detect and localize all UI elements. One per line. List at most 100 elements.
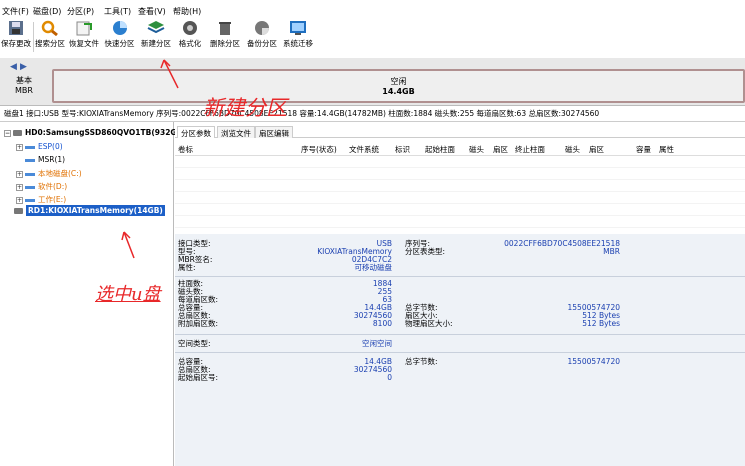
column-header[interactable]: 标识 bbox=[395, 144, 410, 155]
divider bbox=[175, 334, 745, 335]
partition-table-body[interactable] bbox=[175, 156, 745, 232]
annotation-new-partition: 新建分区 bbox=[203, 96, 287, 120]
menu-view[interactable]: 查看(V) bbox=[138, 6, 166, 17]
expand-icon[interactable]: + bbox=[16, 196, 23, 204]
free-space-label: 空闲 bbox=[390, 77, 407, 86]
search-partition-button[interactable]: 搜索分区 bbox=[34, 20, 66, 56]
annotation-select-u-disk: 选中u盘 bbox=[95, 284, 161, 305]
save-button[interactable]: 保存更改 bbox=[0, 20, 32, 56]
tree-item-esp[interactable]: + ESP(0) bbox=[16, 142, 63, 151]
collapse-icon[interactable]: − bbox=[4, 129, 11, 137]
column-header[interactable]: 容量 bbox=[636, 144, 651, 155]
column-header[interactable]: 终止柱面 bbox=[515, 144, 545, 155]
prop-label: 属性: bbox=[178, 263, 196, 272]
divider bbox=[175, 352, 745, 353]
delete-partition-label: 删除分区 bbox=[210, 39, 240, 48]
tree-item-label: HD0:SamsungSSD860QVO1TB(932GE bbox=[25, 128, 182, 137]
tree-item-work-e[interactable]: + 工作(E:) bbox=[16, 194, 66, 205]
format-label: 格式化 bbox=[178, 39, 202, 48]
backup-icon bbox=[255, 21, 269, 35]
expand-icon[interactable]: + bbox=[16, 143, 23, 151]
tree-item-label: 工作(E:) bbox=[38, 195, 67, 204]
tree-item-label: 本地磁盘(C:) bbox=[38, 169, 82, 178]
quick-partition-icon bbox=[112, 21, 127, 35]
quick-partition-button[interactable]: 快速分区 bbox=[102, 20, 137, 56]
system-migrate-icon bbox=[290, 21, 306, 35]
next-disk-arrow-icon[interactable]: ▶ bbox=[20, 62, 27, 72]
column-header[interactable]: 磁头 bbox=[469, 144, 484, 155]
partition-icon bbox=[25, 198, 35, 202]
tree-item-msr[interactable]: MSR(1) bbox=[25, 155, 65, 164]
tree-item-rd1[interactable]: RD1:KIOXIATransMemory(14GB) bbox=[14, 205, 165, 216]
disk-icon bbox=[14, 208, 23, 214]
quick-partition-label: 快速分区 bbox=[104, 39, 135, 48]
format-icon bbox=[183, 21, 197, 35]
disk-basic-label: 基本 bbox=[16, 76, 32, 85]
system-migrate-button[interactable]: 系统迁移 bbox=[281, 20, 315, 56]
column-header[interactable]: 扇区 bbox=[589, 144, 604, 155]
prop-label: 起始扇区号: bbox=[178, 373, 219, 382]
format-button[interactable]: 格式化 bbox=[175, 20, 205, 56]
partition-icon bbox=[25, 158, 35, 162]
divider bbox=[175, 276, 745, 277]
disk-type: 基本 MBR bbox=[8, 76, 40, 96]
menu-bar: 文件(F) 磁盘(D) 分区(P) 工具(T) 查看(V) 帮助(H) bbox=[0, 0, 745, 18]
prop-label: 附加扇区数: bbox=[178, 319, 219, 328]
tree-item-local-c[interactable]: + 本地磁盘(C:) bbox=[16, 168, 82, 179]
disk-icon bbox=[13, 130, 22, 136]
expand-icon[interactable]: + bbox=[16, 170, 23, 178]
column-header[interactable]: 序号(状态) bbox=[301, 144, 337, 155]
disk-map: ◀ ▶ 基本 MBR 空闲 14.4GB bbox=[0, 58, 745, 106]
expand-icon[interactable]: + bbox=[16, 183, 23, 191]
column-header[interactable]: 扇区 bbox=[493, 144, 508, 155]
new-partition-label: 新建分区 bbox=[141, 39, 171, 48]
backup-partition-button[interactable]: 备份分区 bbox=[244, 20, 280, 56]
tree-item-label: MSR(1) bbox=[38, 155, 66, 164]
system-migrate-label: 系统迁移 bbox=[283, 39, 313, 48]
column-header[interactable]: 文件系统 bbox=[349, 144, 379, 155]
column-header[interactable]: 起始柱面 bbox=[425, 144, 455, 155]
menu-partition[interactable]: 分区(P) bbox=[67, 6, 94, 17]
tree-item-soft-d[interactable]: + 软件(D:) bbox=[16, 181, 67, 192]
menu-file[interactable]: 文件(F) bbox=[2, 6, 29, 17]
new-partition-icon bbox=[147, 21, 165, 34]
partition-icon bbox=[25, 145, 35, 149]
prop-value: 8100 bbox=[372, 319, 392, 328]
save-icon bbox=[9, 21, 23, 35]
tree-item-label-selected: RD1:KIOXIATransMemory(14GB) bbox=[26, 205, 165, 216]
column-header[interactable]: 属性 bbox=[659, 144, 674, 155]
details-panel: 分区参数 浏览文件 扇区编辑 卷标 序号(状态) 文件系统 标识 起始柱面 磁头… bbox=[175, 122, 745, 466]
disk-info-line: 磁盘1 接口:USB 型号:KIOXIATransMemory 序列号:0022… bbox=[0, 106, 745, 122]
tab-browse-files[interactable]: 浏览文件 bbox=[217, 126, 255, 138]
free-space-block[interactable]: 空闲 14.4GB bbox=[52, 69, 745, 103]
search-partition-label: 搜索分区 bbox=[35, 39, 65, 48]
tab-sector-edit[interactable]: 扇区编辑 bbox=[255, 126, 293, 138]
new-partition-button[interactable]: 新建分区 bbox=[138, 20, 174, 56]
tree-item-hd0[interactable]: − HD0:SamsungSSD860QVO1TB(932GE bbox=[4, 128, 182, 137]
backup-partition-label: 备份分区 bbox=[247, 39, 277, 48]
tree-item-label: ESP(0) bbox=[38, 142, 63, 151]
menu-tools[interactable]: 工具(T) bbox=[104, 6, 131, 17]
delete-partition-button[interactable]: 删除分区 bbox=[207, 20, 243, 56]
recover-files-label: 恢复文件 bbox=[69, 39, 99, 48]
prop-label: 物理扇区大小: bbox=[405, 319, 453, 328]
tab-partition-params[interactable]: 分区参数 bbox=[177, 126, 215, 138]
partition-icon bbox=[25, 185, 35, 189]
column-header[interactable]: 磁头 bbox=[565, 144, 580, 155]
column-header[interactable]: 卷标 bbox=[178, 144, 193, 155]
tree-item-label: 软件(D:) bbox=[38, 182, 68, 191]
prop-value: 15500574720 bbox=[567, 357, 621, 366]
free-space-size: 14.4GB bbox=[382, 87, 415, 96]
toolbar: 保存更改 搜索分区 恢复文件 快速分区 新建分区 格式化 删除分区 备份分区 系… bbox=[0, 18, 745, 58]
prev-disk-arrow-icon[interactable]: ◀ bbox=[10, 62, 17, 72]
partition-icon bbox=[25, 172, 35, 176]
prop-label: 分区表类型: bbox=[405, 247, 446, 256]
disk-mbr-label: MBR bbox=[15, 86, 33, 95]
menu-disk[interactable]: 磁盘(D) bbox=[33, 6, 61, 17]
menu-help[interactable]: 帮助(H) bbox=[173, 6, 201, 17]
save-label: 保存更改 bbox=[1, 39, 31, 48]
partition-table-header: 卷标 序号(状态) 文件系统 标识 起始柱面 磁头 扇区 终止柱面 磁头 扇区 … bbox=[175, 142, 745, 156]
recover-files-button[interactable]: 恢复文件 bbox=[68, 20, 100, 56]
disk-properties: 接口类型: USB 序列号: 0022CFF6BD70C4508EE21518 … bbox=[175, 234, 745, 466]
trash-icon bbox=[219, 22, 231, 35]
